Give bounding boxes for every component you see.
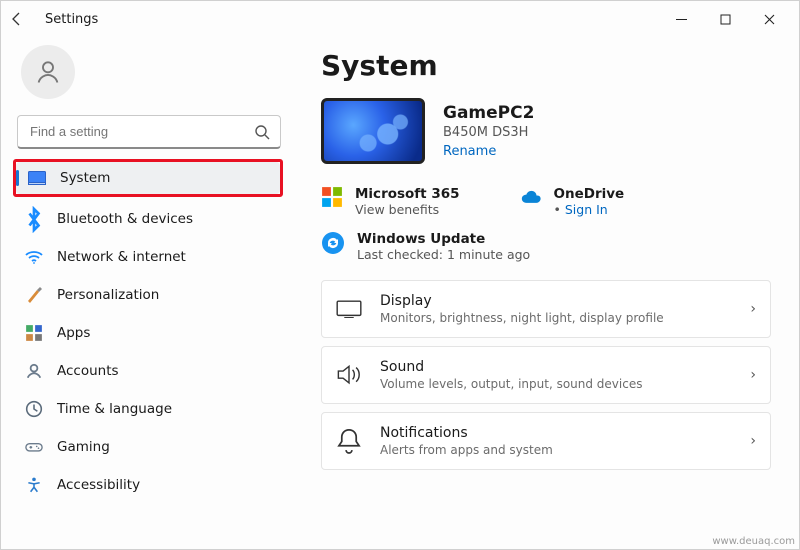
sidebar-item-apps[interactable]: Apps [13,315,285,351]
clock-globe-icon [25,400,43,418]
sound-icon [336,364,362,385]
page-heading: System [321,49,771,82]
card-title: Notifications [380,425,553,441]
chevron-right-icon: › [750,301,756,317]
sidebar-item-system[interactable]: System [16,162,280,194]
window-title: Settings [45,12,98,27]
card-sub: Monitors, brightness, night light, displ… [380,311,664,325]
accessibility-icon [25,476,43,494]
card-display[interactable]: Display Monitors, brightness, night ligh… [321,280,771,338]
main-content: System GamePC2 B450M DS3H Rename Microso… [297,37,799,549]
service-m365[interactable]: Microsoft 365 View benefits [321,186,460,217]
back-button[interactable] [9,11,37,27]
sidebar-item-personalization[interactable]: Personalization [13,277,285,313]
watermark: www.deuaq.com [712,536,795,547]
minimize-button[interactable] [659,5,703,33]
sidebar-item-bluetooth[interactable]: Bluetooth & devices [13,201,285,237]
sidebar-item-accounts[interactable]: Accounts [13,353,285,389]
sidebar-item-label: Apps [57,325,90,341]
chevron-right-icon: › [750,367,756,383]
sidebar-item-gaming[interactable]: Gaming [13,429,285,465]
person-icon [25,362,43,380]
apps-icon [25,324,43,342]
device-model: B450M DS3H [443,125,534,140]
settings-card-list: Display Monitors, brightness, night ligh… [321,280,771,470]
service-windows-update[interactable]: Windows Update Last checked: 1 minute ag… [321,231,771,262]
sidebar-item-label: Accessibility [57,477,140,493]
system-icon [28,169,46,187]
card-sub: Alerts from apps and system [380,443,553,457]
service-title: OneDrive [554,186,625,202]
service-sub: Last checked: 1 minute ago [357,247,530,262]
sidebar-item-label: Bluetooth & devices [57,211,193,227]
m365-icon [321,186,343,208]
chevron-right-icon: › [750,433,756,449]
wifi-icon [25,248,43,266]
card-title: Sound [380,359,642,375]
sidebar-item-network[interactable]: Network & internet [13,239,285,275]
service-title: Windows Update [357,231,530,247]
card-sound[interactable]: Sound Volume levels, output, input, soun… [321,346,771,404]
sidebar-item-label: Gaming [57,439,110,455]
annotation-highlight: System [13,159,283,197]
sidebar-item-accessibility[interactable]: Accessibility [13,467,285,503]
sidebar: System Bluetooth & devices Network & int… [1,37,297,549]
display-icon [336,300,362,319]
gamepad-icon [25,438,43,456]
sidebar-item-label: Time & language [57,401,172,417]
service-sub: View benefits [355,202,460,217]
sidebar-item-label: Personalization [57,287,159,303]
service-title: Microsoft 365 [355,186,460,202]
device-name: GamePC2 [443,103,534,123]
search-input-wrapper[interactable] [17,115,281,149]
bell-icon [336,427,362,456]
device-summary: GamePC2 B450M DS3H Rename [321,98,771,164]
maximize-button[interactable] [703,5,747,33]
close-button[interactable] [747,5,791,33]
sidebar-item-label: System [60,170,110,186]
service-status-row: Microsoft 365 View benefits OneDrive • S… [321,186,771,217]
sidebar-nav: System Bluetooth & devices Network & int… [13,159,285,503]
card-notifications[interactable]: Notifications Alerts from apps and syste… [321,412,771,470]
service-onedrive[interactable]: OneDrive • Sign In [520,186,625,217]
card-title: Display [380,293,664,309]
onedrive-signin-link[interactable]: • Sign In [554,202,625,217]
titlebar: Settings [1,1,799,37]
bluetooth-icon [25,210,43,228]
search-input[interactable] [28,123,254,140]
sidebar-item-label: Network & internet [57,249,186,265]
sidebar-item-time[interactable]: Time & language [13,391,285,427]
user-avatar[interactable] [21,45,75,99]
sidebar-item-label: Accounts [57,363,119,379]
device-thumbnail[interactable] [321,98,425,164]
card-sub: Volume levels, output, input, sound devi… [380,377,642,391]
rename-link[interactable]: Rename [443,144,534,159]
cloud-icon [520,186,542,208]
paintbrush-icon [25,286,43,304]
search-icon [254,124,270,140]
update-icon [321,231,345,255]
